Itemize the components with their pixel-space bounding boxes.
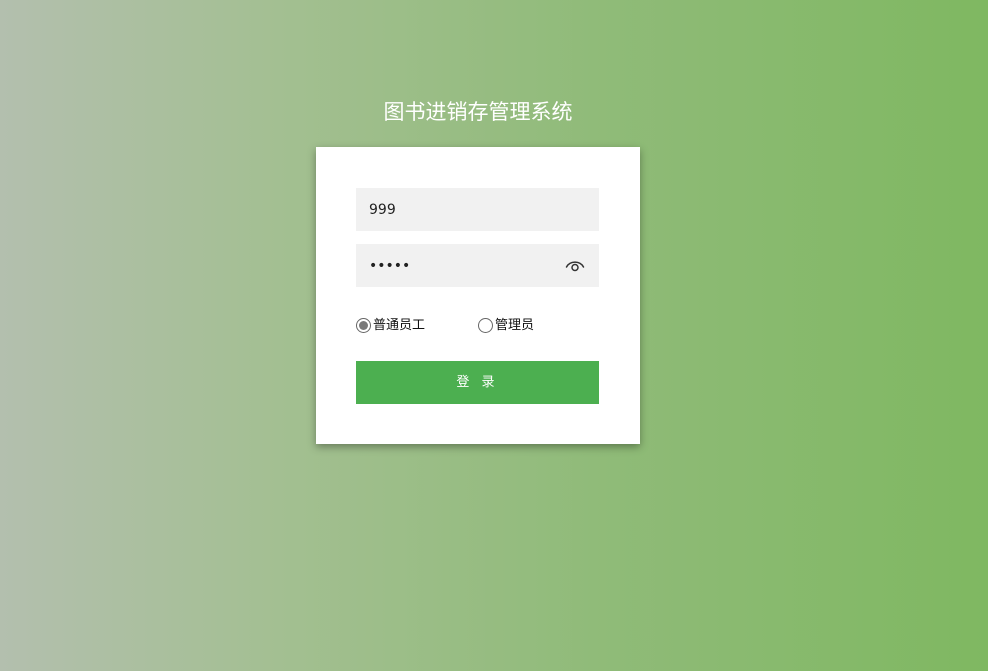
staff-radio[interactable] [356,317,371,333]
password-input[interactable] [369,244,559,287]
admin-radio-label: 管理员 [495,318,535,333]
role-selector: 普通员工 管理员 [356,315,599,337]
eye-icon[interactable] [565,257,585,275]
role-option-admin[interactable]: 管理员 [478,315,534,335]
username-field-container [356,188,599,231]
role-option-staff[interactable]: 普通员工 [356,315,425,335]
username-input[interactable] [369,188,559,231]
password-field-container [356,244,599,287]
page-title: 图书进销存管理系统 [383,100,573,124]
admin-radio[interactable] [478,317,493,333]
login-button[interactable]: 登 录 [356,361,599,404]
staff-radio-label: 普通员工 [373,318,426,333]
login-card: 普通员工 管理员 登 录 [316,147,640,444]
